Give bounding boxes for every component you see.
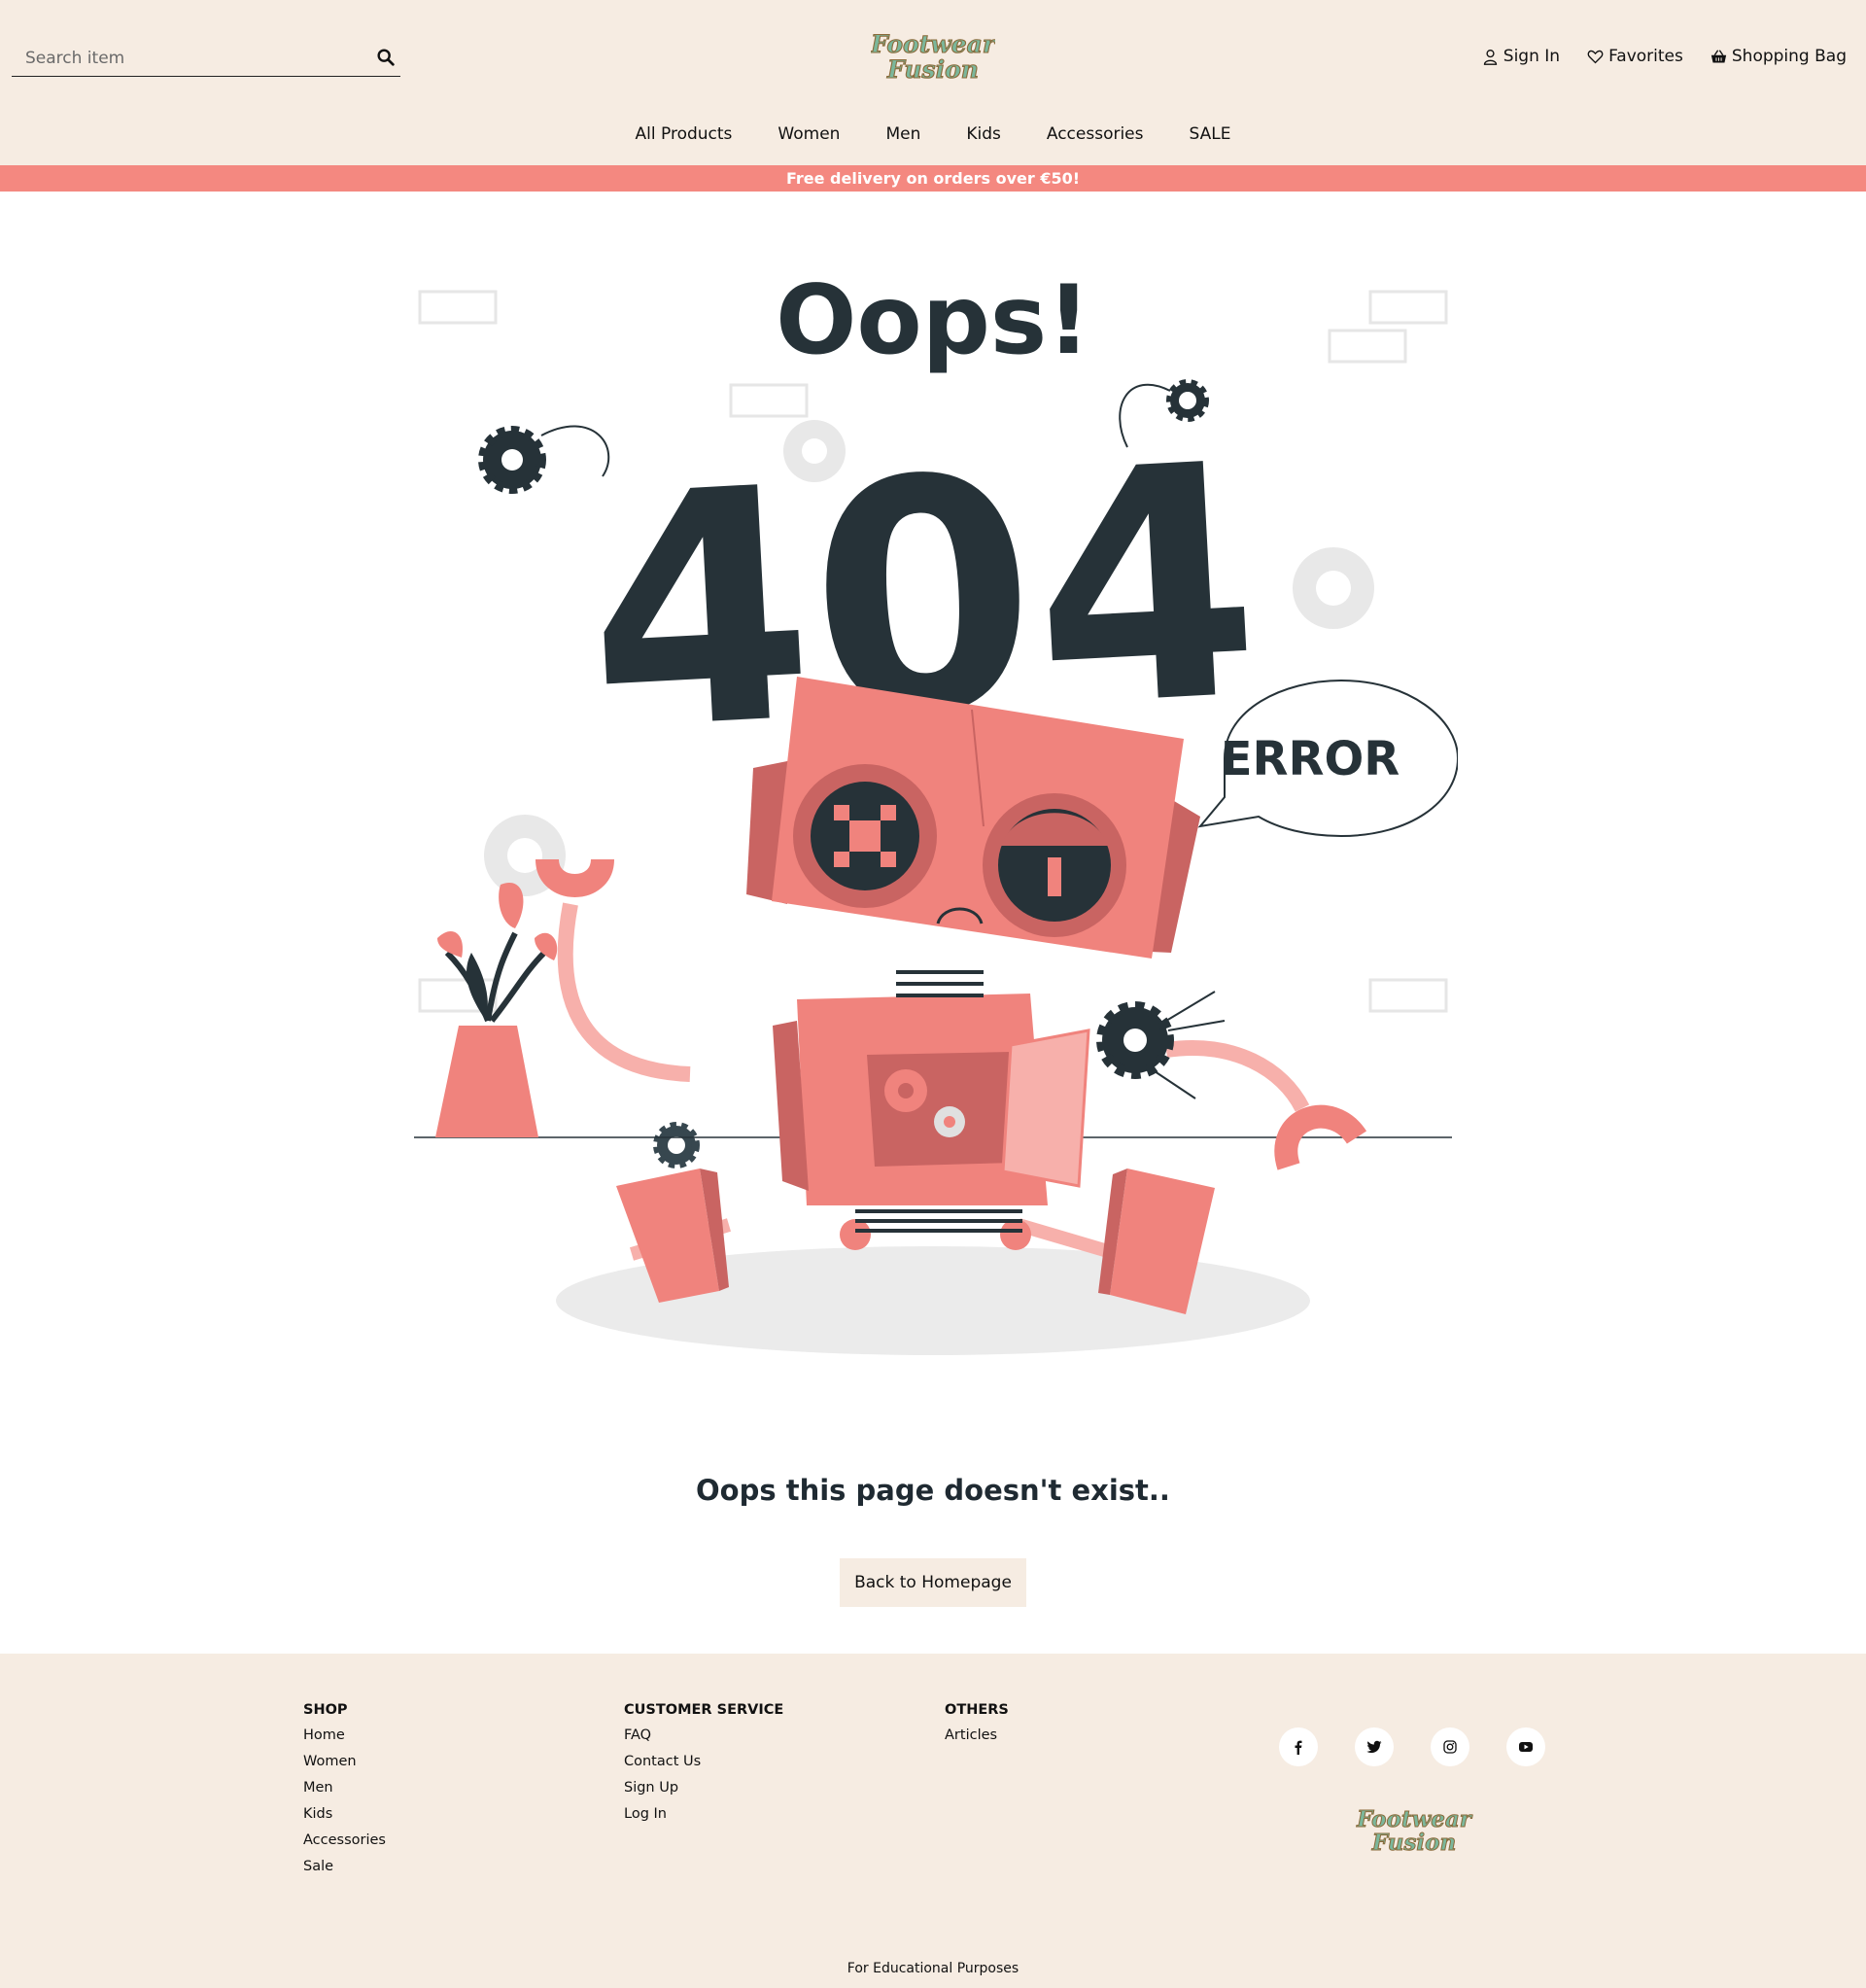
footer-shop-column: SHOP Home Women Men Kids Accessories Sal… (303, 1702, 386, 1885)
search-input[interactable] (23, 45, 358, 72)
favorites-link[interactable]: Favorites (1587, 47, 1683, 66)
site-footer: SHOP Home Women Men Kids Accessories Sal… (0, 1654, 1866, 1988)
footer-note: For Educational Purposes (847, 1961, 1019, 1976)
footer-shop-title: SHOP (303, 1702, 348, 1718)
favorites-label: Favorites (1608, 47, 1683, 66)
sign-in-link[interactable]: Sign In (1482, 47, 1560, 66)
footer-logo-text-bottom: Fusion (1371, 1830, 1456, 1856)
oops-heading: Oops! (776, 265, 1090, 376)
footer-link-contact[interactable]: Contact Us (624, 1754, 783, 1769)
footer-link-sign-up[interactable]: Sign Up (624, 1780, 783, 1796)
footer-service-title: CUSTOMER SERVICE (624, 1702, 784, 1718)
footer-logo-text-top: Footwear (1356, 1806, 1473, 1832)
footer-link-home[interactable]: Home (303, 1727, 386, 1743)
footer-others-column: OTHERS Articles (945, 1702, 1009, 1754)
footer-link-articles[interactable]: Articles (945, 1727, 1009, 1743)
footer-link-accessories[interactable]: Accessories (303, 1832, 386, 1848)
sign-in-label: Sign In (1503, 47, 1561, 66)
search-icon[interactable] (375, 47, 397, 68)
footer-link-men[interactable]: Men (303, 1780, 386, 1796)
error-bubble-text: ERROR (1221, 732, 1400, 786)
nav-accessories[interactable]: Accessories (1047, 124, 1144, 144)
footer-link-faq[interactable]: FAQ (624, 1727, 783, 1743)
footer-others-title: OTHERS (945, 1702, 1009, 1718)
main-nav: All Products Women Men Kids Accessories … (0, 124, 1866, 144)
basket-icon (1710, 49, 1727, 62)
logo-text-top: Footwear (871, 30, 995, 58)
twitter-icon[interactable] (1355, 1727, 1394, 1766)
search-bar (12, 41, 400, 77)
footer-link-log-in[interactable]: Log In (624, 1806, 783, 1822)
footer-brand-logo[interactable]: Footwear Fusion (1353, 1803, 1475, 1857)
top-header: Footwear Fusion Sign In Favorites Shoppi… (0, 0, 1866, 165)
brand-logo[interactable]: Footwear Fusion (871, 27, 995, 84)
shopping-bag-link[interactable]: Shopping Bag (1710, 47, 1847, 66)
nav-kids[interactable]: Kids (966, 124, 1001, 144)
footer-service-column: CUSTOMER SERVICE FAQ Contact Us Sign Up … (624, 1702, 783, 1832)
back-to-homepage-button[interactable]: Back to Homepage (840, 1558, 1026, 1607)
footer-link-kids[interactable]: Kids (303, 1806, 386, 1822)
heart-icon (1587, 50, 1604, 63)
shopping-bag-label: Shopping Bag (1731, 47, 1847, 66)
nav-men[interactable]: Men (885, 124, 920, 144)
footer-link-women[interactable]: Women (303, 1754, 386, 1769)
nav-sale[interactable]: SALE (1190, 124, 1231, 144)
logo-text-bottom: Fusion (886, 55, 979, 84)
nav-all-products[interactable]: All Products (636, 124, 733, 144)
error-404-illustration: Oops! 404 ERROR (414, 265, 1458, 1355)
youtube-icon[interactable] (1506, 1727, 1545, 1766)
promo-banner: Free delivery on orders over €50! (0, 165, 1866, 192)
not-found-message: Oops this page doesn't exist.. (696, 1474, 1170, 1507)
user-nav: Sign In Favorites Shopping Bag (1482, 47, 1847, 66)
facebook-icon[interactable] (1279, 1727, 1318, 1766)
user-icon (1483, 49, 1497, 65)
nav-women[interactable]: Women (778, 124, 840, 144)
social-links (1279, 1727, 1545, 1766)
footer-link-sale[interactable]: Sale (303, 1859, 386, 1874)
instagram-icon[interactable] (1431, 1727, 1469, 1766)
